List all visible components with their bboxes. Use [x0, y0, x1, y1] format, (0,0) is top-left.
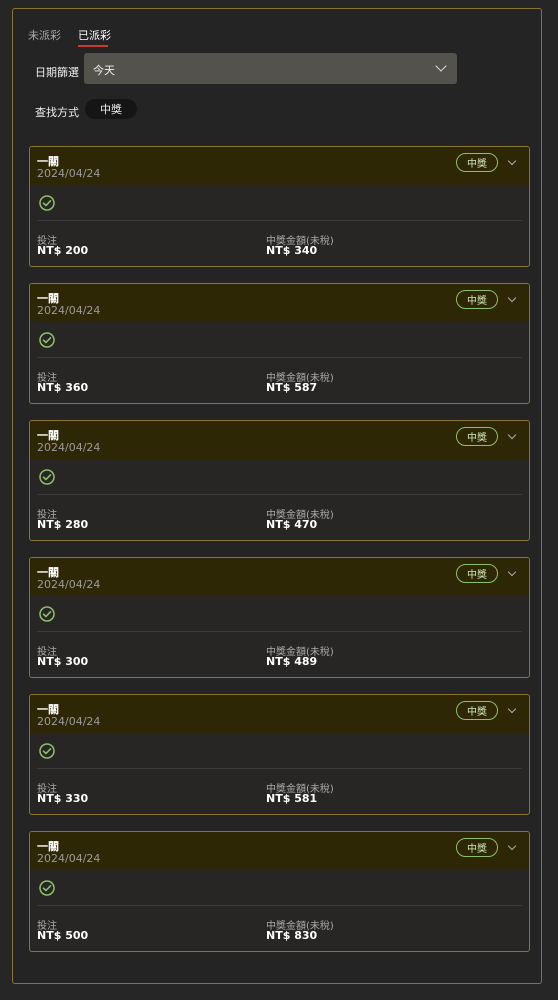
prize-amount: NT$ 489 [266, 655, 318, 668]
card-header[interactable]: 一關 2024/04/24 中獎 [30, 147, 529, 185]
win-badge: 中獎 [456, 838, 498, 857]
card-header[interactable]: 一關 2024/04/24 中獎 [30, 284, 529, 322]
tab-paid[interactable]: 已派彩 [78, 27, 111, 47]
prize-amount: NT$ 470 [266, 518, 318, 531]
card-date: 2024/04/24 [37, 852, 101, 865]
search-mode-pill[interactable]: 中獎 [85, 99, 137, 119]
prize-amount: NT$ 581 [266, 792, 318, 805]
tab-unpaid[interactable]: 未派彩 [28, 27, 61, 43]
bet-amount: NT$ 280 [37, 518, 89, 531]
chevron-down-icon[interactable] [507, 430, 517, 440]
check-circle-icon [39, 332, 55, 348]
bet-card[interactable]: 一關 2024/04/24 中獎 投注 NT$ 330 中獎金額(未稅) NT$… [29, 694, 530, 815]
prize-amount: NT$ 340 [266, 244, 318, 257]
win-badge: 中獎 [456, 427, 498, 446]
date-filter-select[interactable]: 今天 [84, 53, 457, 84]
chevron-down-icon [435, 60, 447, 72]
card-date: 2024/04/24 [37, 304, 101, 317]
chevron-down-icon[interactable] [507, 704, 517, 714]
check-circle-icon [39, 195, 55, 211]
card-date: 2024/04/24 [37, 167, 101, 180]
check-circle-icon [39, 606, 55, 622]
card-divider [37, 494, 522, 495]
card-header[interactable]: 一關 2024/04/24 中獎 [30, 421, 529, 459]
bet-amount: NT$ 500 [37, 929, 89, 942]
win-badge: 中獎 [456, 701, 498, 720]
bet-amount: NT$ 330 [37, 792, 89, 805]
check-circle-icon [39, 880, 55, 896]
prize-amount: NT$ 830 [266, 929, 318, 942]
search-mode-label: 查找方式 [35, 106, 79, 119]
prize-amount: NT$ 587 [266, 381, 318, 394]
card-header[interactable]: 一關 2024/04/24 中獎 [30, 832, 529, 870]
win-badge: 中獎 [456, 153, 498, 172]
card-date: 2024/04/24 [37, 715, 101, 728]
card-divider [37, 631, 522, 632]
card-header[interactable]: 一關 2024/04/24 中獎 [30, 558, 529, 596]
page: 未派彩 已派彩 日期篩選 今天 查找方式 中獎 一關 2024/04/24 中獎… [0, 0, 558, 1000]
bet-card[interactable]: 一關 2024/04/24 中獎 投注 NT$ 500 中獎金額(未稅) NT$… [29, 831, 530, 952]
bet-card[interactable]: 一關 2024/04/24 中獎 投注 NT$ 200 中獎金額(未稅) NT$… [29, 146, 530, 267]
chevron-down-icon[interactable] [507, 567, 517, 577]
bet-amount: NT$ 360 [37, 381, 89, 394]
bet-card[interactable]: 一關 2024/04/24 中獎 投注 NT$ 300 中獎金額(未稅) NT$… [29, 557, 530, 678]
bet-card[interactable]: 一關 2024/04/24 中獎 投注 NT$ 280 中獎金額(未稅) NT$… [29, 420, 530, 541]
check-circle-icon [39, 469, 55, 485]
card-divider [37, 357, 522, 358]
win-badge: 中獎 [456, 290, 498, 309]
date-filter-label: 日期篩選 [35, 66, 79, 79]
card-divider [37, 905, 522, 906]
card-date: 2024/04/24 [37, 441, 101, 454]
bet-history-panel: 未派彩 已派彩 日期篩選 今天 查找方式 中獎 一關 2024/04/24 中獎… [12, 8, 542, 984]
card-divider [37, 220, 522, 221]
chevron-down-icon[interactable] [507, 293, 517, 303]
card-header[interactable]: 一關 2024/04/24 中獎 [30, 695, 529, 733]
bet-card[interactable]: 一關 2024/04/24 中獎 投注 NT$ 360 中獎金額(未稅) NT$… [29, 283, 530, 404]
card-divider [37, 768, 522, 769]
bet-amount: NT$ 200 [37, 244, 89, 257]
active-tab-underline [78, 45, 108, 47]
card-date: 2024/04/24 [37, 578, 101, 591]
bet-amount: NT$ 300 [37, 655, 89, 668]
tab-paid-label: 已派彩 [78, 29, 111, 42]
date-filter-value: 今天 [93, 64, 115, 77]
chevron-down-icon[interactable] [507, 156, 517, 166]
chevron-down-icon[interactable] [507, 841, 517, 851]
check-circle-icon [39, 743, 55, 759]
win-badge: 中獎 [456, 564, 498, 583]
